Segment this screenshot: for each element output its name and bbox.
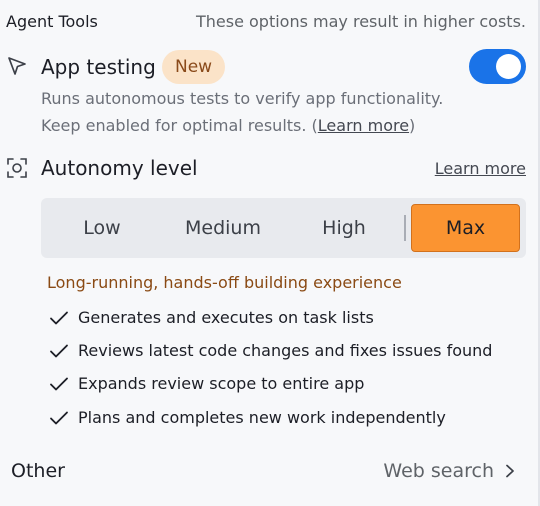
level-description-heading: Long-running, hands-off building experie… (47, 273, 402, 292)
cost-note: These options may result in higher costs… (195, 12, 526, 31)
segment-divider (404, 215, 406, 241)
app-testing-learn-more-link[interactable]: Learn more (318, 116, 409, 135)
app-testing-recommendation: Keep enabled for optimal results. (Learn… (41, 116, 415, 135)
chevron-right-icon (504, 461, 516, 478)
check-icon (49, 376, 69, 392)
focus-scan-icon (6, 157, 28, 179)
autonomy-level-title: Autonomy level (41, 156, 198, 180)
app-testing-title: App testing (41, 55, 156, 79)
app-testing-toggle[interactable] (469, 49, 526, 84)
feature-text: Plans and completes new work independent… (78, 408, 446, 427)
recommendation-text: Keep enabled for optimal results. ( (41, 116, 318, 135)
check-icon (49, 310, 69, 326)
web-search-link[interactable]: Web search (383, 460, 516, 482)
new-badge: New (162, 50, 226, 84)
autonomy-learn-more-link[interactable]: Learn more (435, 159, 526, 178)
level-max-option[interactable]: Max (411, 204, 520, 252)
section-title: Agent Tools (6, 12, 98, 31)
feature-text: Expands review scope to entire app (78, 374, 365, 393)
autonomy-level-selector: Low Medium High Max (41, 198, 526, 258)
other-section-label: Other (11, 460, 65, 482)
web-search-label: Web search (383, 460, 494, 482)
feature-text: Generates and executes on task lists (78, 308, 374, 327)
level-high-option[interactable]: High (284, 204, 404, 252)
level-low-option[interactable]: Low (42, 204, 162, 252)
app-testing-description: Runs autonomous tests to verify app func… (41, 89, 444, 108)
feature-text: Reviews latest code changes and fixes is… (78, 341, 493, 360)
recommendation-close-paren: ) (409, 116, 416, 135)
agent-tools-panel: Agent Tools These options may result in … (0, 0, 540, 506)
cursor-pointer-icon (6, 55, 28, 77)
toggle-knob (496, 54, 521, 79)
check-icon (49, 410, 69, 426)
level-medium-option[interactable]: Medium (162, 204, 284, 252)
check-icon (49, 343, 69, 359)
